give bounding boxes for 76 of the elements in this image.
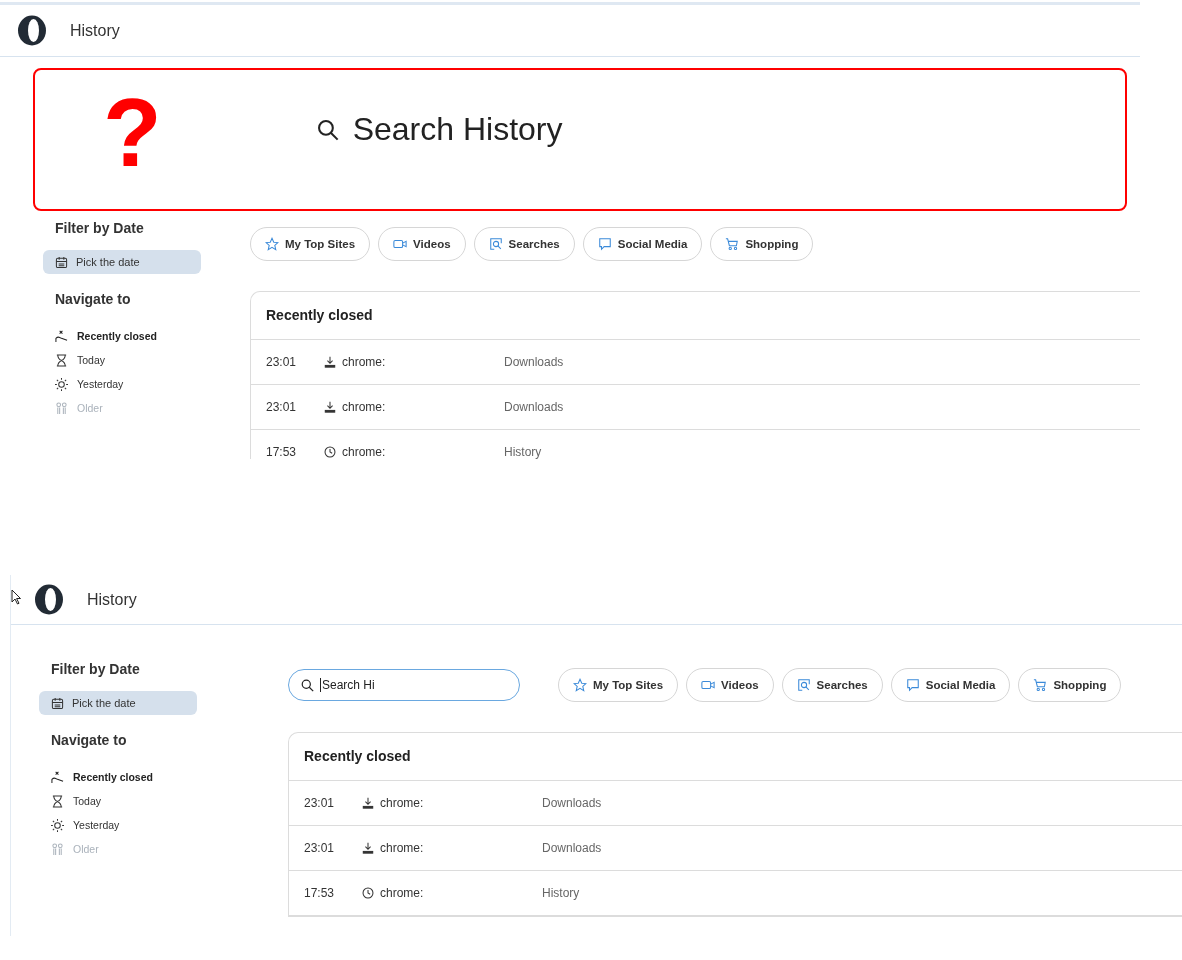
visit-time: 23:01 — [303, 841, 336, 855]
download-icon — [362, 842, 374, 854]
site-link[interactable]: chrome: — [342, 400, 504, 414]
visit-time: 17:53 — [265, 445, 298, 459]
site-link[interactable]: chrome: — [342, 445, 504, 459]
person-with-x-icon — [55, 329, 68, 343]
search-icon — [316, 118, 339, 141]
hourglass-icon — [55, 353, 68, 367]
card-title: Recently closed — [251, 292, 1140, 340]
section-heading: Navigate to — [55, 291, 132, 309]
search-icon — [301, 678, 314, 692]
page-title-link[interactable]: Downloads — [542, 796, 602, 810]
page-title: History — [70, 21, 120, 40]
columns-icon — [55, 401, 68, 415]
star-icon — [573, 678, 587, 692]
category-chip[interactable]: Searches — [473, 227, 575, 261]
page-title-link[interactable]: History — [504, 445, 542, 459]
category-chip[interactable]: Social Media — [890, 668, 1011, 702]
section-heading: Filter by Date — [55, 220, 145, 238]
card-title: Recently closed — [289, 733, 1182, 781]
search-icon — [796, 678, 811, 692]
category-chip[interactable]: My Top Sites — [250, 227, 371, 261]
nav-item[interactable]: Today — [43, 348, 106, 372]
download-icon — [324, 401, 336, 413]
visit-time: 23:01 — [265, 400, 298, 414]
site-link[interactable]: chrome: — [380, 796, 542, 810]
category-chip[interactable]: Videos — [378, 227, 466, 261]
category-chip[interactable]: Social Media — [582, 227, 703, 261]
sun-icon — [55, 377, 68, 391]
question-mark: ? — [103, 84, 162, 181]
download-icon — [324, 356, 336, 368]
visit-time: 17:53 — [303, 886, 336, 900]
columns-icon — [51, 842, 64, 856]
clock-icon — [362, 887, 374, 899]
visit-time: 23:01 — [265, 355, 298, 369]
page-title-link[interactable]: Downloads — [504, 400, 564, 414]
nav-item[interactable]: Recently closed — [43, 324, 157, 348]
site-link[interactable]: chrome: — [380, 886, 542, 900]
person-with-x-icon — [51, 770, 64, 784]
cart-icon — [1033, 678, 1048, 692]
page-title: History — [87, 590, 137, 609]
pick-date-button[interactable]: Pick the date — [43, 250, 201, 274]
logo-icon — [17, 15, 47, 46]
pick-date-button[interactable]: Pick the date — [39, 691, 197, 715]
nav-item[interactable]: Yesterday — [39, 813, 120, 837]
category-chip[interactable]: Shopping — [1018, 668, 1122, 702]
speech-bubble-icon — [905, 678, 920, 692]
speech-bubble-icon — [597, 237, 612, 251]
video-camera-icon — [701, 678, 716, 692]
cart-icon — [725, 237, 740, 251]
page-title-link[interactable]: History — [542, 886, 580, 900]
logo-icon — [34, 584, 64, 615]
nav-item[interactable]: Yesterday — [43, 372, 124, 396]
category-chip[interactable]: My Top Sites — [558, 668, 679, 702]
site-link[interactable]: chrome: — [342, 355, 504, 369]
video-camera-icon — [393, 237, 408, 251]
calendar-icon — [51, 696, 64, 710]
hourglass-icon — [51, 794, 64, 808]
page-title-link[interactable]: Downloads — [504, 355, 564, 369]
category-chip[interactable]: Videos — [686, 668, 774, 702]
sun-icon — [51, 818, 64, 832]
star-icon — [265, 237, 279, 251]
section-heading: Filter by Date — [51, 661, 141, 679]
search-icon — [488, 237, 503, 251]
section-heading: Navigate to — [51, 732, 128, 750]
download-icon — [362, 797, 374, 809]
clock-icon — [324, 446, 336, 458]
calendar-icon — [55, 255, 68, 269]
visit-time: 23:01 — [303, 796, 336, 810]
category-chip[interactable]: Shopping — [710, 227, 814, 261]
nav-item[interactable]: Today — [39, 789, 102, 813]
category-chip[interactable]: Searches — [781, 668, 883, 702]
search-field[interactable]: Search History — [316, 111, 753, 148]
site-link[interactable]: chrome: — [380, 841, 542, 855]
nav-item[interactable]: Recently closed — [39, 765, 153, 789]
page-title-link[interactable]: Downloads — [542, 841, 602, 855]
